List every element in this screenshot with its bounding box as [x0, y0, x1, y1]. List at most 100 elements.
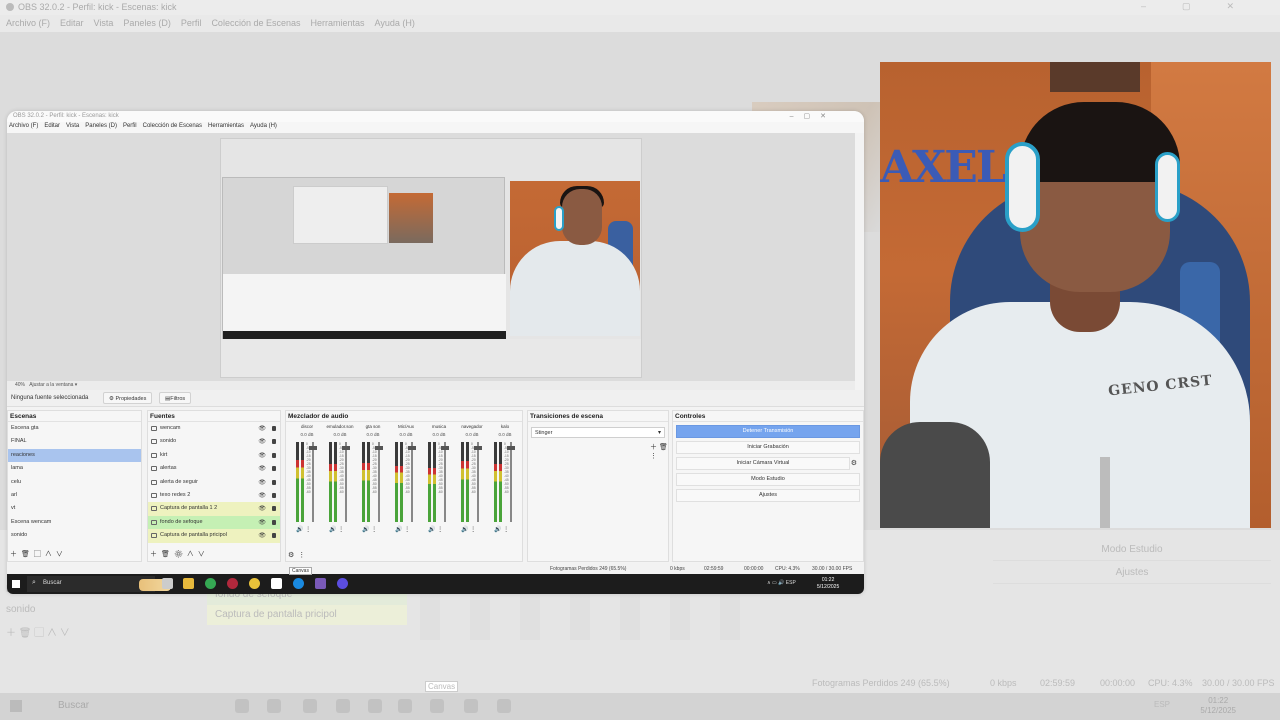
volume-fader-handle[interactable]	[309, 446, 317, 450]
mute-speaker-icon[interactable]: 🔊 ⋮	[395, 526, 410, 533]
bg-window-controls[interactable]: –▢✕	[1141, 1, 1270, 12]
app-icon[interactable]	[271, 578, 282, 589]
lock-icon[interactable]	[272, 506, 276, 512]
bg-scenes-toolbar[interactable]: ＋ 🗑 ▢ ∧ ∨	[0, 620, 200, 640]
bg-app-icon[interactable]	[497, 699, 511, 713]
obs-menu-item[interactable]: Editar	[44, 123, 60, 132]
volume-fader[interactable]	[444, 442, 446, 522]
mixer-toolbar[interactable]: ⚙⋮	[288, 551, 309, 559]
bg-menu-item[interactable]: Herramientas	[311, 18, 365, 28]
volume-fader-handle[interactable]	[342, 446, 350, 450]
lock-icon[interactable]	[272, 533, 276, 539]
mute-speaker-icon[interactable]: 🔊 ⋮	[296, 526, 311, 533]
obs-menu-item[interactable]: Herramientas	[208, 123, 244, 132]
scene-item[interactable]: reaciones	[8, 448, 141, 463]
mute-speaker-icon[interactable]: 🔊 ⋮	[329, 526, 344, 533]
volume-fader-handle[interactable]	[375, 446, 383, 450]
taskbar-search[interactable]: ⌕ Buscar	[27, 576, 171, 592]
bg-menu-item[interactable]: Ayuda (H)	[375, 18, 415, 28]
bg-clock[interactable]: 01:22 5/12/2025	[1200, 696, 1236, 716]
scene-item[interactable]: arl	[8, 489, 141, 502]
taskbar-clock[interactable]: 01:22 5/12/2025	[817, 577, 839, 591]
source-item[interactable]: alerta de seguir 👁	[148, 476, 280, 489]
visibility-eye-icon[interactable]: 👁	[258, 505, 266, 512]
stop-streaming-button[interactable]: Detener Transmisión	[676, 425, 860, 438]
scene-item[interactable]: Escena wencam	[8, 516, 141, 529]
lock-icon[interactable]	[272, 519, 276, 525]
bg-edge-icon[interactable]	[430, 699, 444, 713]
volume-fader-handle[interactable]	[474, 446, 482, 450]
visibility-eye-icon[interactable]: 👁	[258, 465, 266, 472]
app-icon[interactable]	[227, 578, 238, 589]
studio-mode-button[interactable]: Modo Estudio	[676, 473, 860, 486]
lock-icon[interactable]	[272, 452, 276, 458]
mute-speaker-icon[interactable]: 🔊 ⋮	[461, 526, 476, 533]
bg-studio-mode-button[interactable]: Modo Estudio	[993, 538, 1271, 561]
source-item[interactable]: alertas 👁	[148, 462, 280, 475]
properties-button[interactable]: ⚙ Propiedades	[103, 392, 153, 404]
app-icon[interactable]	[337, 578, 348, 589]
volume-fader[interactable]	[411, 442, 413, 522]
mute-speaker-icon[interactable]: 🔊 ⋮	[362, 526, 377, 533]
edge-icon[interactable]	[293, 578, 304, 589]
chrome-icon[interactable]	[249, 578, 260, 589]
gear-icon[interactable]: ⚙	[851, 458, 857, 469]
settings-button[interactable]: Ajustes	[676, 489, 860, 502]
volume-fader[interactable]	[312, 442, 314, 522]
obs-icon[interactable]	[315, 578, 326, 589]
source-item[interactable]: texo redes 2 👁	[148, 489, 280, 502]
obs-menu-item[interactable]: Archivo (F)	[9, 123, 38, 132]
bg-app-icon[interactable]	[368, 699, 382, 713]
bg-menu-item[interactable]: Colección de Escenas	[211, 18, 300, 28]
visibility-eye-icon[interactable]: 👁	[258, 425, 266, 432]
zoom-level[interactable]: 40%	[15, 382, 25, 388]
lock-icon[interactable]	[272, 479, 276, 485]
bg-menu-item[interactable]: Paneles (D)	[123, 18, 171, 28]
zoom-fit[interactable]: Ajustar a la ventana	[29, 382, 73, 388]
scenes-toolbar[interactable]: ＋🗑▢∧∨	[10, 549, 67, 559]
bg-app-icon[interactable]	[336, 699, 350, 713]
obs-window-controls[interactable]: –▢✕	[790, 112, 836, 120]
bg-obs-icon[interactable]	[464, 699, 478, 713]
bg-scene-item[interactable]: sonido	[0, 600, 200, 620]
visibility-eye-icon[interactable]: 👁	[258, 492, 266, 499]
volume-fader-handle[interactable]	[408, 446, 416, 450]
visibility-eye-icon[interactable]: 👁	[258, 438, 266, 445]
bg-menu-item[interactable]: Perfil	[181, 18, 202, 28]
scene-item[interactable]: lama	[8, 462, 141, 475]
start-recording-button[interactable]: Iniciar Grabación	[676, 441, 860, 454]
scene-item[interactable]: vt	[8, 502, 141, 515]
bg-taskview-icon[interactable]	[235, 699, 249, 713]
volume-fader[interactable]	[378, 442, 380, 522]
volume-fader[interactable]	[345, 442, 347, 522]
scene-item[interactable]: FINAL	[8, 435, 141, 448]
obs-menu-item[interactable]: Paneles (D)	[85, 123, 117, 132]
bg-explorer-icon[interactable]	[267, 699, 281, 713]
source-item[interactable]: wencam 👁	[148, 422, 280, 435]
file-explorer-icon[interactable]	[183, 578, 194, 589]
volume-fader[interactable]	[477, 442, 479, 522]
scene-item[interactable]: sonido	[8, 529, 141, 542]
bg-source-item[interactable]: Captura de pantalla pricipol	[207, 605, 407, 625]
visibility-eye-icon[interactable]: 👁	[258, 452, 266, 459]
bg-menu-item[interactable]: Vista	[94, 18, 114, 28]
transition-select[interactable]: Stinger	[531, 427, 665, 438]
bg-settings-button[interactable]: Ajustes	[993, 561, 1271, 584]
lock-icon[interactable]	[272, 492, 276, 498]
obs-menu-item[interactable]: Vista	[66, 123, 79, 132]
bg-menu-item[interactable]: Archivo (F)	[6, 18, 50, 28]
lock-icon[interactable]	[272, 439, 276, 445]
bg-app-icon[interactable]	[398, 699, 412, 713]
visibility-eye-icon[interactable]: 👁	[258, 519, 266, 526]
scene-item[interactable]: Escena gta	[8, 422, 141, 435]
bg-search-box[interactable]: Buscar	[40, 695, 220, 717]
lock-icon[interactable]	[272, 426, 276, 431]
source-item[interactable]: Captura de pantalla pricipol 👁	[148, 529, 280, 543]
bg-start-icon[interactable]	[10, 700, 22, 712]
volume-fader[interactable]	[510, 442, 512, 522]
obs-menu-item[interactable]: Perfil	[123, 123, 137, 132]
windows-start-icon[interactable]	[12, 580, 20, 588]
visibility-eye-icon[interactable]: 👁	[258, 479, 266, 486]
app-icon[interactable]	[205, 578, 216, 589]
mute-speaker-icon[interactable]: 🔊 ⋮	[494, 526, 509, 533]
